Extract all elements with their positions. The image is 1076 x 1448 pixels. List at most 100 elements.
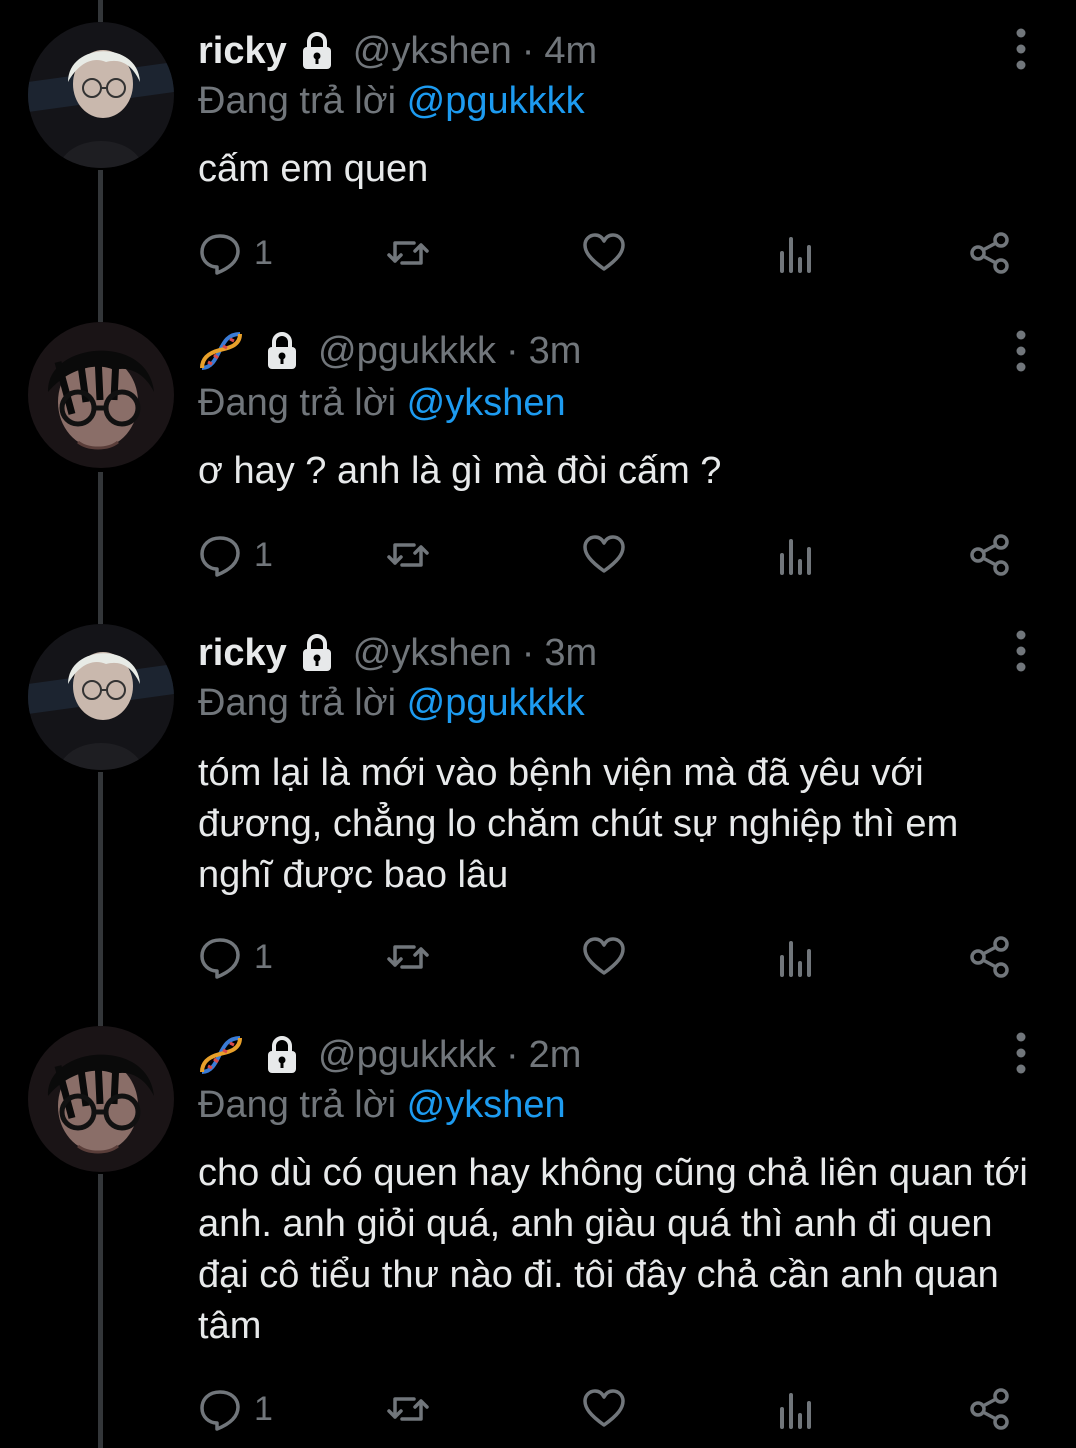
analytics-button[interactable]	[776, 1384, 820, 1434]
reply-count: 1	[254, 937, 273, 976]
handle[interactable]: @ykshen	[353, 632, 512, 675]
reply-mention[interactable]: @pgukkkk	[407, 80, 585, 122]
heart-icon	[583, 1389, 625, 1427]
reply-prefix: Đang trả lời	[198, 682, 397, 724]
retweet-button[interactable]	[386, 530, 430, 580]
tweet-text: cấm em quen	[198, 148, 429, 190]
retweet-button[interactable]	[386, 228, 430, 278]
timestamp[interactable]: 4m	[544, 30, 597, 73]
reply-icon	[200, 234, 240, 275]
analytics-button[interactable]	[776, 530, 820, 580]
tweet[interactable]: @pgukkkk · 2m Đang trả lời @ykshen cho d…	[0, 1004, 1076, 1448]
share-button[interactable]	[968, 530, 1012, 580]
retweet-icon	[387, 945, 429, 969]
analytics-icon	[780, 941, 811, 977]
retweet-button[interactable]	[386, 932, 430, 982]
reply-count: 1	[254, 1389, 273, 1428]
separator: ·	[521, 631, 535, 674]
reply-button[interactable]: 1	[198, 932, 273, 982]
reply-icon	[200, 536, 240, 577]
replying-to: Đang trả lời @pgukkkk	[198, 80, 585, 123]
action-bar: 1	[198, 932, 1018, 982]
tweet-text: tóm lại là mới vào bệnh viện mà đã yêu v…	[198, 752, 959, 896]
avatar-pgukkkk[interactable]	[28, 322, 174, 468]
action-bar: 1	[198, 1384, 1018, 1434]
handle[interactable]: @ykshen	[353, 30, 512, 73]
analytics-button[interactable]	[776, 932, 820, 982]
like-button[interactable]	[582, 932, 626, 982]
display-name[interactable]: ricky	[198, 632, 287, 675]
share-button[interactable]	[968, 228, 1012, 278]
analytics-icon	[780, 237, 811, 273]
lock-icon	[302, 32, 331, 69]
more-options-icon[interactable]	[1004, 24, 1038, 74]
tweet[interactable]: ricky @ykshen · 4m Đang trả lời @pgukkkk…	[0, 0, 1076, 300]
reply-prefix: Đang trả lời	[198, 1084, 397, 1126]
retweet-button[interactable]	[386, 1384, 430, 1434]
more-options-icon[interactable]	[1004, 626, 1038, 676]
like-button[interactable]	[582, 228, 626, 278]
retweet-icon	[387, 543, 429, 567]
display-name[interactable]: ricky	[198, 30, 287, 73]
analytics-button[interactable]	[776, 228, 820, 278]
retweet-icon	[387, 1397, 429, 1421]
avatar-ykshen[interactable]	[28, 22, 174, 168]
analytics-icon	[780, 1393, 811, 1429]
share-button[interactable]	[968, 932, 1012, 982]
reply-icon	[200, 1390, 240, 1431]
more-options-icon[interactable]	[1004, 326, 1038, 376]
reply-mention[interactable]: @ykshen	[407, 382, 566, 424]
share-icon	[970, 936, 1009, 978]
reply-mention[interactable]: @ykshen	[407, 1084, 566, 1126]
tweet-header: @pgukkkk · 2m	[198, 1030, 581, 1080]
share-button[interactable]	[968, 1384, 1012, 1434]
retweet-icon	[387, 241, 429, 265]
heart-icon	[583, 233, 625, 271]
reply-button[interactable]: 1	[198, 530, 273, 580]
more-options-icon[interactable]	[1004, 1028, 1038, 1078]
reply-mention[interactable]: @pgukkkk	[407, 682, 585, 724]
tweet-text: cho dù có quen hay không cũng chả liên q…	[198, 1152, 1028, 1347]
reply-icon	[200, 938, 240, 979]
like-button[interactable]	[582, 1384, 626, 1434]
tweet-header: ricky @ykshen · 3m	[198, 628, 597, 678]
tweet[interactable]: ricky @ykshen · 3m Đang trả lời @pgukkkk…	[0, 602, 1076, 1004]
share-icon	[970, 534, 1009, 576]
handle[interactable]: @pgukkkk	[318, 1034, 496, 1077]
heart-icon	[583, 535, 625, 573]
tweet-text: ơ hay ? anh là gì mà đòi cấm ?	[198, 450, 722, 492]
analytics-icon	[780, 539, 811, 575]
reply-button[interactable]: 1	[198, 1384, 273, 1434]
timestamp[interactable]: 2m	[529, 1034, 582, 1077]
replying-to: Đang trả lời @ykshen	[198, 1084, 566, 1127]
timestamp[interactable]: 3m	[529, 330, 582, 373]
lock-icon	[302, 634, 331, 671]
tweet[interactable]: @pgukkkk · 3m Đang trả lời @ykshen ơ hay…	[0, 300, 1076, 602]
reply-count: 1	[254, 535, 273, 574]
avatar-pgukkkk[interactable]	[28, 1026, 174, 1172]
reply-button[interactable]: 1	[198, 228, 273, 278]
heart-icon	[583, 937, 625, 975]
tweet-header: ricky @ykshen · 4m	[198, 26, 597, 76]
handle[interactable]: @pgukkkk	[318, 330, 496, 373]
like-button[interactable]	[582, 530, 626, 580]
share-icon	[970, 232, 1009, 274]
replying-to: Đang trả lời @ykshen	[198, 382, 566, 425]
conversation-thread: ricky @ykshen · 4m Đang trả lời @pgukkkk…	[0, 0, 1076, 1448]
lock-icon	[268, 332, 296, 369]
separator: ·	[505, 329, 519, 372]
reply-count: 1	[254, 233, 273, 272]
replying-to: Đang trả lời @pgukkkk	[198, 682, 585, 725]
action-bar: 1	[198, 530, 1018, 580]
avatar-ykshen[interactable]	[28, 624, 174, 770]
timestamp[interactable]: 3m	[544, 632, 597, 675]
tweet-header: @pgukkkk · 3m	[198, 326, 581, 376]
separator: ·	[505, 1033, 519, 1076]
reply-prefix: Đang trả lời	[198, 382, 397, 424]
dna-emoji-icon	[200, 332, 242, 370]
dna-emoji-icon	[200, 1036, 242, 1074]
share-icon	[970, 1388, 1009, 1430]
reply-prefix: Đang trả lời	[198, 80, 397, 122]
separator: ·	[521, 29, 535, 72]
lock-icon	[268, 1036, 296, 1073]
